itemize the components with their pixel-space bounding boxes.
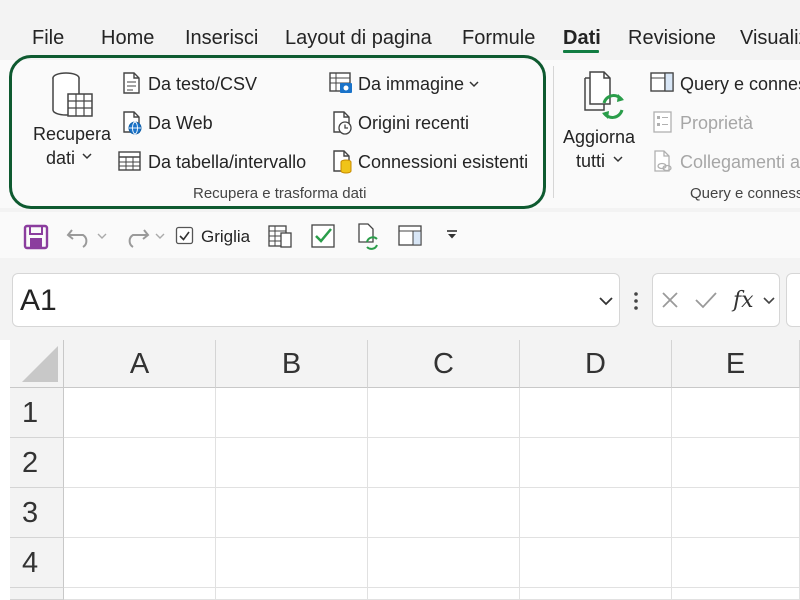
cell-a1[interactable] (64, 388, 216, 438)
cell-b5[interactable] (216, 588, 368, 600)
tab-insert[interactable]: Inserisci (185, 26, 258, 50)
cell-e2[interactable] (672, 438, 800, 488)
cell-b1[interactable] (216, 388, 368, 438)
cell-e4[interactable] (672, 538, 800, 588)
highlight-box (9, 55, 546, 209)
refresh-all-button-line1[interactable]: Aggiorna (563, 126, 635, 148)
cell-d5[interactable] (520, 588, 672, 600)
cell-c2[interactable] (368, 438, 520, 488)
tab-file[interactable]: File (32, 26, 64, 50)
tab-home[interactable]: Home (101, 26, 154, 50)
cell-c5[interactable] (368, 588, 520, 600)
name-box[interactable] (12, 273, 620, 327)
edit-links-button[interactable]: Collegamenti al (680, 151, 800, 173)
undo-icon[interactable] (66, 224, 94, 248)
row-header-5[interactable] (10, 588, 64, 600)
cell-d2[interactable] (520, 438, 672, 488)
cell-c3[interactable] (368, 488, 520, 538)
cell-e3[interactable] (672, 488, 800, 538)
chevron-down-icon[interactable] (155, 232, 165, 240)
formula-input[interactable] (786, 273, 800, 327)
cell-a4[interactable] (64, 538, 216, 588)
tab-data[interactable]: Dati (563, 26, 601, 50)
panel-view-icon[interactable] (397, 223, 423, 249)
select-all-triangle-icon (22, 346, 58, 382)
row-header-3[interactable]: 3 (10, 488, 64, 538)
cell-b3[interactable] (216, 488, 368, 538)
tab-formulas[interactable]: Formule (462, 26, 535, 50)
edit-links-icon (654, 150, 672, 172)
column-header-c[interactable]: C (368, 340, 520, 388)
properties-button[interactable]: Proprietà (680, 112, 753, 134)
chevron-down-icon[interactable] (97, 232, 107, 240)
form-icon[interactable] (267, 223, 293, 249)
redo-icon[interactable] (122, 224, 150, 248)
enter-check-icon[interactable] (694, 290, 718, 310)
refresh-all-button-line2[interactable]: tutti (576, 150, 605, 172)
cell-e5[interactable] (672, 588, 800, 600)
cell-a3[interactable] (64, 488, 216, 538)
column-header-e[interactable]: E (672, 340, 800, 388)
column-header-a[interactable]: A (64, 340, 216, 388)
insert-function-button[interactable]: fx (733, 288, 754, 314)
cell-e1[interactable] (672, 388, 800, 438)
select-all-corner[interactable] (10, 340, 64, 388)
checkmark-box-icon[interactable] (310, 223, 336, 249)
queries-connections-button[interactable]: Query e connes (680, 73, 800, 95)
refresh-icon[interactable] (355, 222, 381, 250)
active-tab-indicator (563, 50, 599, 53)
refresh-all-icon (584, 71, 624, 119)
cell-d4[interactable] (520, 538, 672, 588)
column-header-d[interactable]: D (520, 340, 672, 388)
chevron-down-icon[interactable] (762, 296, 776, 306)
tab-review[interactable]: Revisione (628, 26, 716, 50)
cancel-icon[interactable] (660, 290, 680, 310)
name-box-value: A1 (20, 284, 57, 317)
cell-d1[interactable] (520, 388, 672, 438)
save-icon[interactable] (23, 224, 49, 250)
customize-toolbar-icon[interactable] (445, 229, 459, 241)
queries-connections-icon (650, 72, 674, 92)
cell-b4[interactable] (216, 538, 368, 588)
more-options-icon[interactable] (633, 290, 639, 312)
cell-b2[interactable] (216, 438, 368, 488)
cell-d3[interactable] (520, 488, 672, 538)
cell-c4[interactable] (368, 538, 520, 588)
properties-icon (653, 111, 672, 133)
row-header-4[interactable]: 4 (10, 538, 64, 588)
row-header-2[interactable]: 2 (10, 438, 64, 488)
group-label-queries: Query e conness (690, 185, 800, 202)
group-separator (553, 66, 554, 198)
chevron-down-icon[interactable] (598, 295, 614, 307)
gridlines-checkbox-icon[interactable] (175, 226, 195, 246)
gridlines-label[interactable]: Griglia (201, 226, 250, 248)
tab-view[interactable]: Visualiz (740, 26, 800, 50)
column-header-b[interactable]: B (216, 340, 368, 388)
cell-a5[interactable] (64, 588, 216, 600)
tab-page-layout[interactable]: Layout di pagina (285, 26, 432, 50)
row-header-1[interactable]: 1 (10, 388, 64, 438)
cell-a2[interactable] (64, 438, 216, 488)
cell-c1[interactable] (368, 388, 520, 438)
chevron-down-icon[interactable] (613, 155, 623, 163)
